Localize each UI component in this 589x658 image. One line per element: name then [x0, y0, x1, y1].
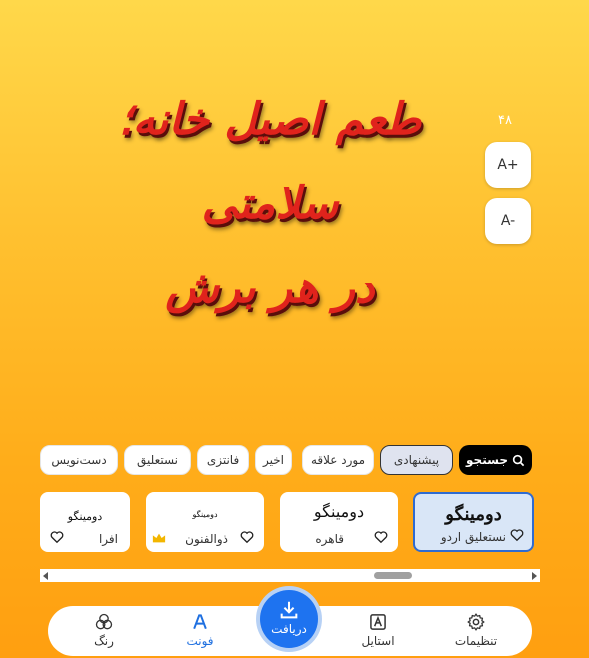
chip-recent[interactable]: اخیر: [255, 445, 292, 475]
heart-icon[interactable]: [50, 530, 64, 544]
font-card-zolfonun[interactable]: دومینگو ذوالفنون: [146, 492, 264, 552]
heart-icon[interactable]: [374, 530, 388, 544]
font-card-afra[interactable]: دومینگو افرا: [40, 492, 130, 552]
headline-line-1: طعم اصیل خانه؛ سلامتی: [118, 94, 422, 229]
color-circles-icon: [95, 613, 113, 630]
gear-icon: [467, 613, 485, 631]
font-icon: [193, 614, 207, 630]
search-icon: [512, 454, 525, 466]
style-icon: [370, 614, 386, 630]
download-button[interactable]: دریافت: [260, 590, 318, 648]
chip-fantasy[interactable]: فانتزی: [197, 445, 249, 475]
decrease-size-button[interactable]: A-: [485, 198, 531, 244]
nav-style-label: استایل: [361, 634, 395, 648]
search-button[interactable]: جستجو: [459, 445, 532, 475]
font-name: قاهره: [315, 532, 344, 546]
headline-text[interactable]: طعم اصیل خانه؛ سلامتی در هر برش: [60, 78, 480, 330]
nav-settings[interactable]: تنظیمات: [436, 610, 516, 654]
chip-handwriting[interactable]: دست‌نویس: [40, 445, 118, 475]
download-icon: [280, 601, 298, 619]
font-name: نستعلیق اردو: [440, 530, 506, 544]
font-card-cairo[interactable]: دومینگو قاهره: [280, 492, 398, 552]
font-name: افرا: [98, 532, 118, 546]
scrollbar-thumb[interactable]: [374, 572, 412, 579]
nav-color-label: رنگ: [94, 634, 114, 648]
search-label: جستجو: [466, 453, 508, 467]
download-label: دریافت: [271, 622, 307, 636]
font-size-value: ۴۸: [498, 113, 512, 128]
font-name: ذوالفنون: [185, 532, 228, 546]
heart-icon[interactable]: [510, 528, 524, 542]
font-card-nastaliq-urdu[interactable]: دومینگو نستعلیق اردو: [413, 492, 534, 552]
heart-icon[interactable]: [240, 530, 254, 544]
horizontal-scrollbar[interactable]: [40, 569, 540, 582]
font-preview: دومینگو: [313, 502, 365, 521]
chip-favorites[interactable]: مورد علاقه: [302, 445, 374, 475]
font-preview: دومینگو: [67, 510, 103, 523]
chip-nastaliq[interactable]: نستعلیق: [124, 445, 191, 475]
crown-icon: [152, 533, 166, 543]
font-list: دومینگو افرا دومینگو ذوالفنون دومینگو قا…: [40, 492, 535, 554]
increase-size-button[interactable]: A+: [485, 142, 531, 188]
headline-line-2: در هر برش: [165, 262, 375, 313]
chip-suggested[interactable]: پیشنهادی: [380, 445, 453, 475]
filter-chips: دست‌نویس نستعلیق فانتزی اخیر مورد علاقه …: [40, 445, 532, 477]
nav-settings-label: تنظیمات: [454, 634, 498, 648]
font-preview: دومینگو: [192, 510, 218, 519]
nav-font-label: فونت: [186, 634, 214, 648]
scroll-left-icon[interactable]: [43, 572, 48, 580]
font-preview: دومینگو: [445, 504, 502, 525]
nav-style[interactable]: استایل: [338, 610, 418, 654]
nav-font[interactable]: فونت: [160, 610, 240, 654]
scroll-right-icon[interactable]: [532, 572, 537, 580]
nav-color[interactable]: رنگ: [64, 610, 144, 654]
